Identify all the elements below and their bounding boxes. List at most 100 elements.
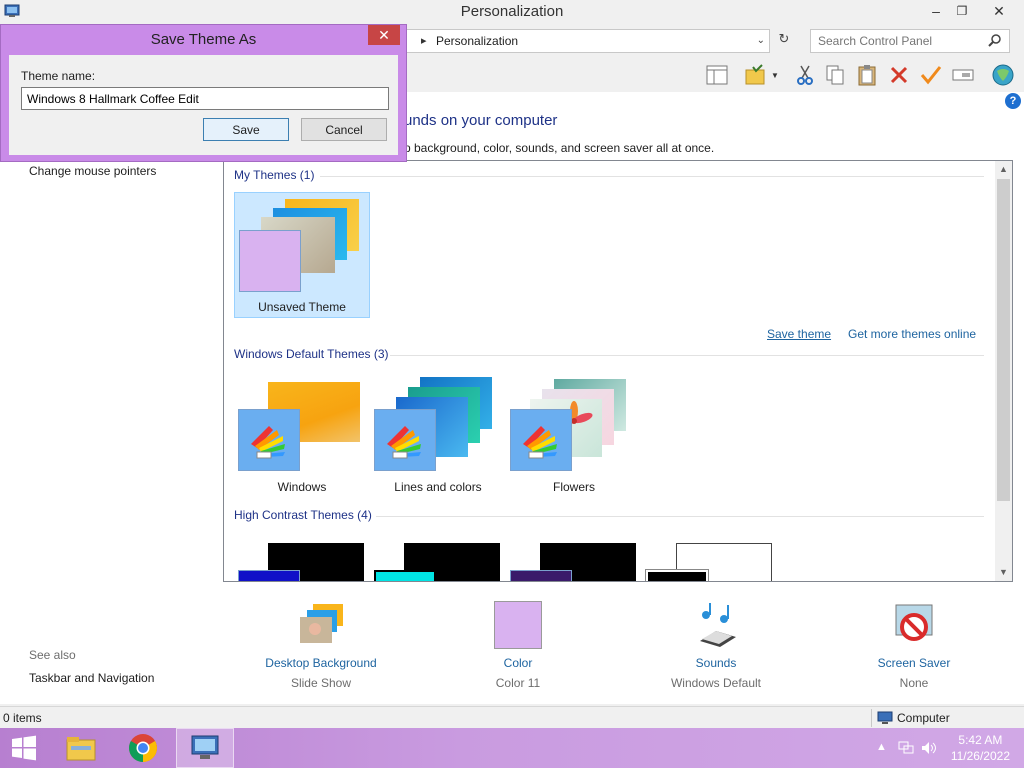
color-swatch-icon	[494, 601, 542, 649]
theme-color-swatch	[374, 409, 436, 471]
status-item-count: 0 items	[3, 711, 42, 725]
group-divider	[390, 355, 984, 356]
scroll-down-arrow-icon[interactable]: ▼	[995, 564, 1012, 581]
dialog-close-button[interactable]: ✕	[368, 25, 400, 45]
group-header-my-themes[interactable]: My Themes (1)	[234, 168, 314, 182]
customizer-value: Color 11	[495, 676, 541, 690]
cancel-button[interactable]: Cancel	[301, 118, 387, 141]
group-divider	[320, 176, 984, 177]
refresh-button[interactable]: ↻	[773, 31, 795, 51]
theme-color-swatch	[645, 569, 709, 581]
get-more-themes-link[interactable]: Get more themes online	[848, 327, 976, 341]
volume-icon[interactable]	[921, 741, 937, 755]
taskbar-navigation-link[interactable]: Taskbar and Navigation	[29, 671, 154, 685]
network-icon[interactable]	[898, 741, 914, 755]
theme-unsaved[interactable]: Unsaved Theme	[234, 192, 370, 318]
properties-dropdown[interactable]: ▼	[768, 62, 782, 88]
folder-icon	[66, 737, 96, 761]
clock-time: 5:42 AM	[958, 733, 1003, 747]
theme-name-label: Theme name:	[21, 69, 96, 83]
toolbar: ▼	[402, 60, 1024, 92]
help-icon[interactable]: ?	[1005, 93, 1021, 109]
theme-color-swatch	[238, 570, 300, 581]
sounds-option[interactable]: Sounds Windows Default	[641, 597, 791, 697]
search-input[interactable]	[811, 30, 981, 52]
search-icon	[988, 34, 1001, 47]
color-palette-icon	[387, 426, 421, 459]
desktop-background-option[interactable]: Desktop Background Slide Show	[246, 597, 396, 697]
start-button[interactable]	[0, 728, 48, 768]
show-hidden-icons[interactable]: ▲	[876, 741, 887, 755]
group-header-default-themes[interactable]: Windows Default Themes (3)	[234, 347, 389, 361]
theme-list[interactable]: My Themes (1) Unsaved Theme Save theme G…	[223, 160, 1013, 582]
theme-high-contrast-1[interactable]	[234, 535, 370, 581]
address-bar[interactable]: ▸ Personalization ⌄	[402, 29, 770, 53]
theme-name-input[interactable]	[21, 87, 389, 110]
cut-button[interactable]	[792, 62, 818, 88]
properties-button[interactable]	[742, 62, 768, 88]
breadcrumb-personalization[interactable]: Personalization	[436, 34, 518, 48]
clock-date: 11/26/2022	[950, 749, 1010, 763]
scroll-up-arrow-icon[interactable]: ▲	[995, 161, 1012, 178]
desktop-background-icon	[300, 604, 343, 643]
rename-button[interactable]	[950, 62, 976, 88]
web-button[interactable]	[990, 62, 1016, 88]
theme-color-swatch	[238, 409, 300, 471]
checkmark-icon	[920, 66, 942, 85]
system-clock[interactable]: 5:42 AM 11/26/2022	[951, 732, 1010, 764]
theme-lines-and-colors[interactable]: Lines and colors	[370, 373, 506, 499]
group-header-high-contrast[interactable]: High Contrast Themes (4)	[234, 508, 372, 522]
search-box[interactable]	[810, 29, 1010, 53]
theme-high-contrast-3[interactable]	[506, 535, 642, 581]
screen-saver-option[interactable]: Screen Saver None	[839, 597, 989, 697]
theme-label: Flowers	[552, 480, 595, 494]
folder-check-icon	[745, 64, 765, 85]
apply-button[interactable]	[918, 62, 944, 88]
preview-pane-button[interactable]	[704, 62, 730, 88]
computer-icon	[877, 711, 893, 724]
screen-saver-icon	[895, 604, 933, 641]
theme-color-swatch	[510, 409, 572, 471]
restore-button[interactable]: ❐	[947, 0, 977, 22]
delete-button[interactable]	[886, 62, 912, 88]
customizer-value: Slide Show	[290, 676, 352, 690]
copy-button[interactable]	[822, 62, 848, 88]
group-title: Windows Default Themes (3)	[234, 347, 389, 361]
status-bar: 0 items Computer	[0, 706, 1024, 728]
theme-label: Windows	[277, 480, 327, 494]
restore-icon: ❐	[956, 4, 968, 18]
save-theme-dialog: Save Theme As ✕ Theme name: Save Cancel	[0, 24, 407, 162]
theme-high-contrast-2[interactable]	[370, 535, 506, 581]
file-explorer-button[interactable]	[52, 728, 110, 768]
chevron-down-icon: ▼	[771, 70, 779, 80]
globe-icon	[992, 64, 1014, 86]
chevron-down-icon[interactable]: ⌄	[757, 35, 765, 46]
paste-button[interactable]	[854, 62, 880, 88]
close-icon: ✕	[378, 27, 390, 43]
chrome-button[interactable]	[114, 728, 172, 768]
preview-pane-icon	[706, 65, 728, 85]
close-button[interactable]: ✕	[982, 0, 1016, 22]
scroll-thumb[interactable]	[997, 179, 1010, 501]
save-theme-link[interactable]: Save theme	[767, 327, 831, 341]
taskbar: ▲ 5:42 AM 11/26/2022	[0, 728, 1024, 768]
control-panel-taskbar-button[interactable]	[176, 728, 234, 768]
color-option[interactable]: Color Color 11	[443, 597, 593, 697]
theme-label: Lines and colors	[394, 480, 482, 494]
theme-color-swatch	[510, 570, 572, 581]
save-button[interactable]: Save	[203, 118, 289, 141]
rename-icon	[952, 69, 974, 81]
customizer-label: Color	[503, 656, 533, 670]
dialog-title: Save Theme As	[150, 31, 257, 48]
chrome-icon	[129, 734, 157, 762]
vertical-scrollbar[interactable]: ▲ ▼	[995, 161, 1012, 581]
customizer-label: Sounds	[695, 656, 737, 670]
change-mouse-pointers-link[interactable]: Change mouse pointers	[29, 164, 156, 178]
customizer-value: None	[899, 676, 929, 690]
theme-high-contrast-white[interactable]	[642, 535, 778, 581]
theme-flowers[interactable]: Flowers	[506, 373, 642, 499]
color-palette-icon	[523, 426, 557, 459]
theme-windows[interactable]: Windows	[234, 373, 370, 499]
delete-icon	[890, 66, 908, 84]
refresh-icon: ↻	[778, 31, 790, 46]
